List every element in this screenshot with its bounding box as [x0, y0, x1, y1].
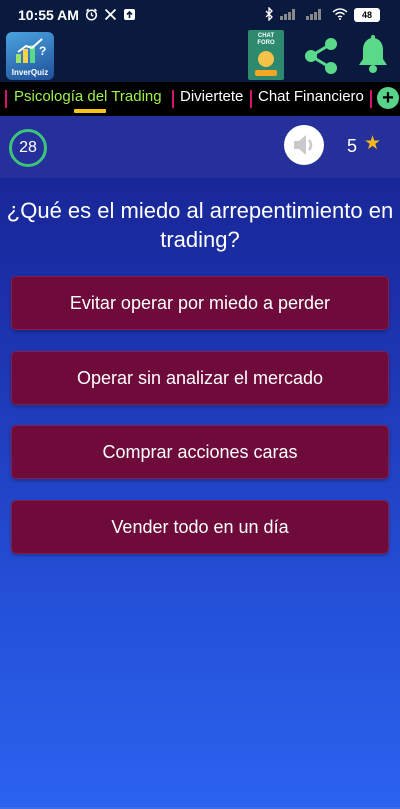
- logo-text: InverQuiz: [11, 68, 49, 77]
- tab-diviertete[interactable]: Diviertete: [180, 88, 243, 105]
- speaker-icon: [294, 135, 313, 155]
- chat-bubble-icon: [255, 70, 277, 76]
- share-icon[interactable]: [302, 36, 340, 81]
- answer-option-3[interactable]: Comprar acciones caras: [11, 425, 389, 479]
- chat-avatar-icon: [258, 51, 274, 67]
- tab-separator: [5, 90, 7, 108]
- quiz-area: 28 5 ★ ¿Qué es el miedo al arrepentimien…: [0, 116, 400, 809]
- score-value: 5: [347, 136, 358, 156]
- status-time: 10:55 AM: [18, 7, 79, 23]
- quiz-info-bar: 28 5 ★: [0, 116, 400, 178]
- tab-separator: [370, 90, 372, 108]
- star-icon: ★: [364, 133, 382, 154]
- sound-toggle-button[interactable]: [284, 125, 324, 165]
- status-bar: 10:55 AM 48: [0, 0, 400, 30]
- category-tabs: Psicología del Trading Diviertete Chat F…: [0, 82, 400, 116]
- tab-separator: [172, 90, 174, 108]
- active-tab-indicator: [74, 109, 106, 113]
- alarm-icon: [85, 8, 98, 23]
- svg-text:?: ?: [39, 44, 46, 58]
- bluetooth-icon: [264, 5, 274, 24]
- answer-option-2[interactable]: Operar sin analizar el mercado: [11, 351, 389, 405]
- answer-option-1[interactable]: Evitar operar por miedo a perder: [11, 276, 389, 330]
- signal-icon: [306, 8, 326, 23]
- brain-icon: ?: [16, 38, 46, 63]
- app-bar: ? InverQuiz CHAT FORO: [0, 30, 400, 82]
- app-logo[interactable]: ? InverQuiz: [6, 32, 54, 80]
- add-category-button[interactable]: +: [377, 87, 399, 109]
- tab-chat-financiero[interactable]: Chat Financiero: [258, 88, 364, 105]
- answer-option-4[interactable]: Vender todo en un día: [11, 500, 389, 554]
- battery-indicator: 48: [354, 8, 380, 22]
- x-icon: [104, 8, 117, 23]
- bell-icon[interactable]: [356, 35, 390, 80]
- countdown-timer: 28: [9, 129, 47, 167]
- tab-separator: [250, 90, 252, 108]
- upload-icon: [123, 8, 136, 23]
- chat-foro-label: CHAT FORO: [257, 33, 275, 46]
- wifi-icon: [332, 7, 348, 23]
- tab-psicologia-del-trading[interactable]: Psicología del Trading: [14, 88, 162, 105]
- signal-icon: [280, 8, 300, 23]
- question-text: ¿Qué es el miedo al arrepentimiento en t…: [6, 198, 394, 252]
- chat-foro-button[interactable]: CHAT FORO: [248, 30, 284, 80]
